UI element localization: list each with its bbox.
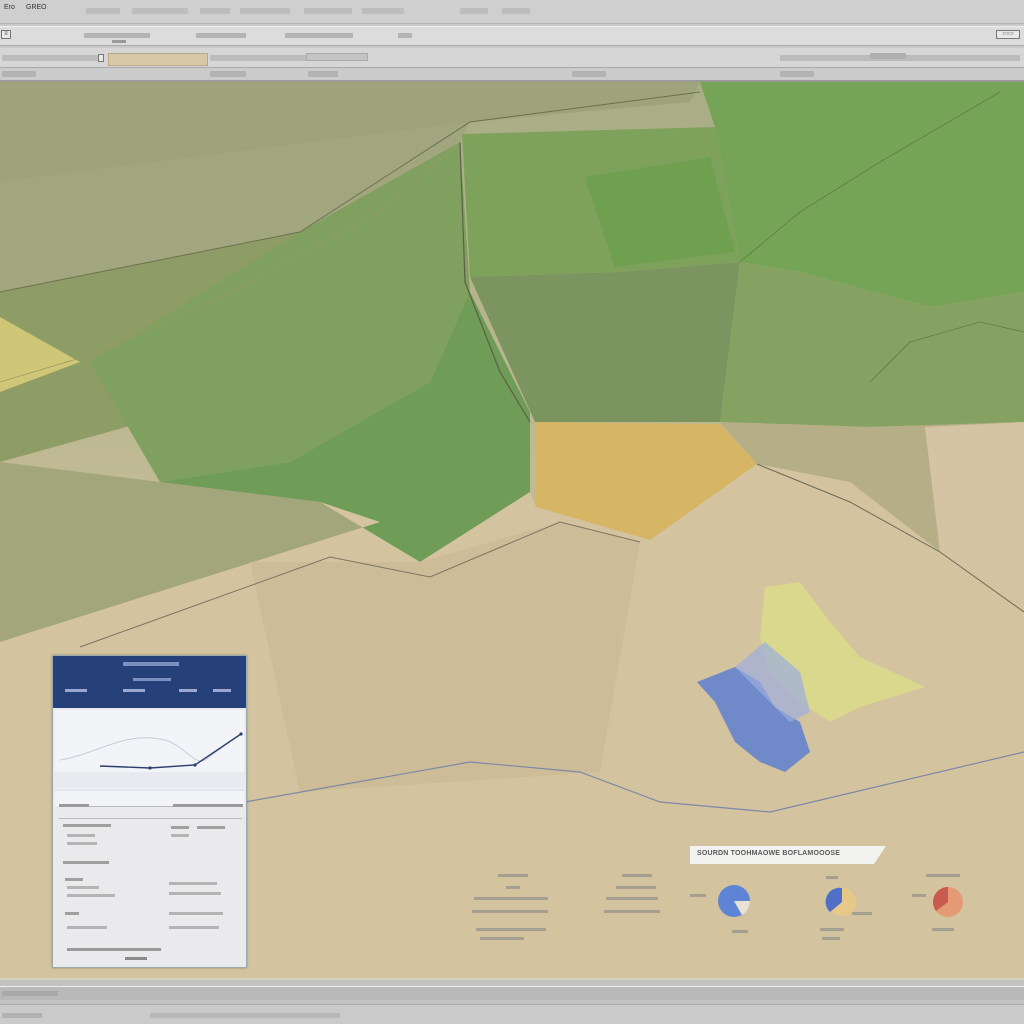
toolbar-placeholder-2 <box>112 40 126 43</box>
inset-row-10 <box>67 948 161 951</box>
menu-edit[interactable]: GREO <box>26 4 47 11</box>
legend-pie1-caption <box>732 930 748 933</box>
inset-line-chart <box>55 710 244 806</box>
legend-pie-2 <box>825 887 856 916</box>
legend-pie3-label <box>926 874 960 877</box>
main-toolbar: ≡ ▭▭ <box>0 26 1024 46</box>
tab-placeholder-2[interactable] <box>210 71 246 77</box>
search-icon[interactable] <box>98 54 104 62</box>
inset-stat-1 <box>65 689 87 692</box>
inset-row-2 <box>67 834 95 837</box>
tab-placeholder-1[interactable] <box>2 71 36 77</box>
menu-placeholder-3[interactable] <box>200 8 230 14</box>
status-placeholder-2[interactable] <box>2 1013 42 1018</box>
status-placeholder-1[interactable] <box>2 991 58 996</box>
status-bar <box>0 978 1024 1024</box>
legend-pie-1 <box>718 885 751 917</box>
legend-pie3-label-2 <box>912 894 926 897</box>
layer-icon[interactable]: ▭▭ <box>996 30 1020 39</box>
tab-placeholder-3[interactable] <box>308 71 338 77</box>
gis-application: Ero GREO ≡ ▭▭ SOURDN TOOHMAOWE BOFLAMOOO… <box>0 0 1024 1024</box>
legend-col1-head <box>498 874 528 877</box>
menu-placeholder-1[interactable] <box>86 8 120 14</box>
chart-background <box>55 710 244 806</box>
inset-row-1-value-2 <box>197 826 225 829</box>
legend-col1-row2 <box>474 897 548 900</box>
legend-title: SOURDN TOOHMAOWE BOFLAMOOOSE <box>697 850 841 857</box>
legend-pie2-label <box>826 876 838 879</box>
menu-placeholder-4[interactable] <box>240 8 290 14</box>
tab-placeholder-5[interactable] <box>780 71 814 77</box>
menu-placeholder-5[interactable] <box>304 8 352 14</box>
menu-placeholder-8[interactable] <box>502 8 530 14</box>
inset-row-8-value <box>169 912 223 915</box>
inset-row-5 <box>65 878 83 881</box>
menu-placeholder-7[interactable] <box>460 8 488 14</box>
legend-pie2-caption-2 <box>822 937 840 940</box>
chart-point-1 <box>148 766 152 770</box>
chart-point-3 <box>239 732 243 736</box>
inset-row-6-value <box>169 882 217 885</box>
toolbar2-placeholder-2[interactable] <box>210 55 306 61</box>
inset-row-2-value <box>171 834 189 837</box>
field-south-center <box>250 522 640 792</box>
inset-header <box>53 656 246 708</box>
inset-divider-2 <box>59 818 242 819</box>
legend-pie2-caption <box>820 928 844 931</box>
toolbar2-placeholder-4[interactable] <box>870 53 906 59</box>
inset-footer <box>125 957 147 960</box>
inset-row-7 <box>67 894 115 897</box>
legend-col1-row5 <box>480 937 524 940</box>
inset-stat-3 <box>179 689 197 692</box>
legend-col2-head <box>622 874 652 877</box>
legend-col1-row3 <box>472 910 548 913</box>
inset-row-1-value <box>171 826 189 829</box>
toolbar2-placeholder-1[interactable] <box>2 55 98 61</box>
inset-row-7-value <box>169 892 221 895</box>
status-bottom-row <box>0 1004 1024 1024</box>
inset-title-bar <box>123 662 179 666</box>
menu-placeholder-6[interactable] <box>362 8 404 14</box>
inset-stat-4 <box>213 689 231 692</box>
legend-col2-row1 <box>616 886 656 889</box>
toolbar2-dropdown[interactable] <box>306 53 368 61</box>
inset-row-4 <box>63 861 109 864</box>
legend-pie2-label-2 <box>852 912 872 915</box>
legend-col1-row4 <box>476 928 546 931</box>
inset-row-9 <box>67 926 107 929</box>
secondary-toolbar <box>0 48 1024 68</box>
tab-placeholder-4[interactable] <box>572 71 606 77</box>
inset-row-6 <box>67 886 99 889</box>
inset-row-1 <box>63 824 111 827</box>
legend-pie-3 <box>933 887 963 917</box>
legend-pie3-caption <box>932 928 954 931</box>
legend-col1-row1 <box>506 886 520 889</box>
toolbar-placeholder-5[interactable] <box>398 33 412 38</box>
toolbar-placeholder-4[interactable] <box>285 33 353 38</box>
inset-row-8 <box>65 912 79 915</box>
menu-file[interactable]: Ero <box>4 4 15 11</box>
status-placeholder-3 <box>150 1013 340 1018</box>
inset-row-3 <box>67 842 97 845</box>
toolbar-placeholder-3[interactable] <box>196 33 246 38</box>
menu-placeholder-2[interactable] <box>132 8 188 14</box>
legend-pie1-label <box>690 894 706 897</box>
inset-subtitle-bar <box>133 678 171 681</box>
inset-row-label-2 <box>173 804 243 807</box>
legend-col2-row3 <box>604 910 660 913</box>
toolbar-placeholder-1[interactable] <box>84 33 150 38</box>
inset-stat-2 <box>123 689 145 692</box>
inset-row-9-value <box>169 926 219 929</box>
menu-bar: Ero GREO <box>0 0 1024 24</box>
coordinate-field[interactable] <box>108 53 208 66</box>
tab-strip <box>0 68 1024 82</box>
chart-point-2 <box>193 763 197 767</box>
legend-col2-row2 <box>606 897 658 900</box>
inset-panel[interactable] <box>52 655 247 968</box>
app-icon[interactable]: ≡ <box>1 30 11 39</box>
inset-row-label-1 <box>59 804 89 807</box>
status-strip <box>0 986 1024 1000</box>
chart-band <box>55 772 244 788</box>
